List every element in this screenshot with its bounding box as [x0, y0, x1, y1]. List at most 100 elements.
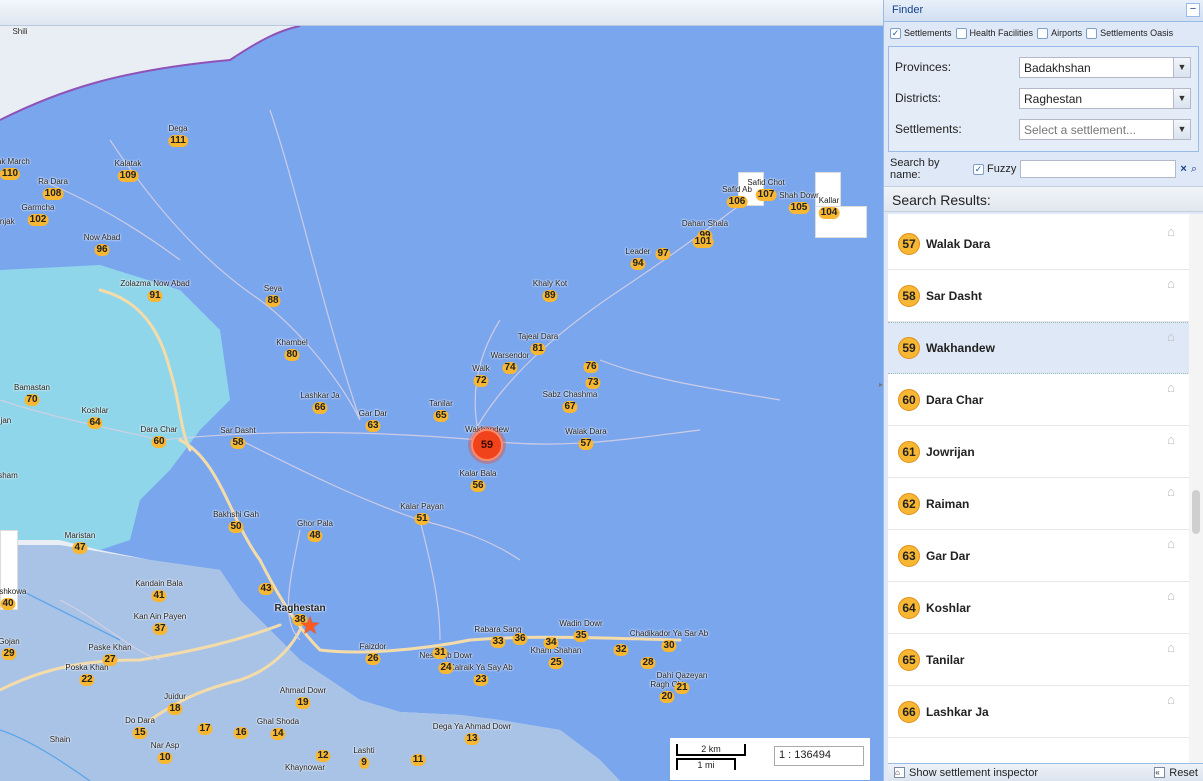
settlement-number-marker[interactable]: 12 — [315, 750, 331, 762]
settlement-number-marker[interactable]: 43 — [258, 583, 274, 595]
result-item[interactable]: 62 Raiman ⌂ — [888, 478, 1190, 530]
settlement-number-marker[interactable]: 28 — [640, 657, 656, 669]
clear-search-icon[interactable]: × — [1180, 163, 1186, 175]
provinces-select[interactable]: Badakhshan ▼ — [1019, 56, 1191, 78]
settlement-number-marker[interactable]: 76 — [583, 361, 599, 373]
settlement-number-marker[interactable]: 110 — [0, 168, 21, 180]
checkbox-icon[interactable] — [1037, 27, 1049, 39]
settlement-number-marker[interactable]: 109 — [117, 170, 139, 182]
search-icon[interactable]: ⌕ — [1191, 163, 1197, 176]
scale-ratio-field[interactable]: 1 : 136494 — [774, 746, 864, 766]
home-icon[interactable]: ⌂ — [1167, 641, 1180, 654]
chevron-down-icon[interactable]: ▼ — [1173, 57, 1190, 77]
settlement-number-marker[interactable]: 80 — [284, 349, 300, 361]
panel-splitter[interactable]: ▸ — [879, 380, 883, 410]
settlement-number-marker[interactable]: 57 — [578, 438, 594, 450]
settlement-number-marker[interactable]: 19 — [295, 697, 311, 709]
results-scrollbar[interactable] — [1189, 214, 1203, 763]
result-item[interactable]: 61 Jowrijan ⌂ — [888, 426, 1190, 478]
home-icon[interactable]: ⌂ — [1167, 433, 1180, 446]
home-icon[interactable]: ⌂ — [1167, 330, 1180, 343]
search-results-list[interactable]: 57 Walak Dara ⌂ 58 Sar Dasht ⌂ 59 Wakhandew ⌂ 60 D… — [888, 214, 1190, 763]
result-item[interactable]: 57 Walak Dara ⌂ — [888, 218, 1190, 270]
settlement-number-marker[interactable]: 111 — [168, 135, 188, 147]
settlement-number-marker[interactable]: 32 — [613, 644, 629, 656]
result-item[interactable]: 66 Lashkar Ja ⌂ — [888, 686, 1190, 738]
settlement-number-marker[interactable]: 108 — [42, 188, 64, 200]
settlement-number-marker[interactable]: 74 — [502, 362, 518, 374]
settlement-number-marker[interactable]: 96 — [94, 244, 110, 256]
settlement-number-marker[interactable]: 15 — [132, 727, 148, 739]
settlement-number-marker[interactable]: 73 — [585, 377, 601, 389]
show-inspector-button[interactable]: ⌂ Show settlement inspector — [894, 767, 1038, 779]
settlement-number-marker[interactable]: 26 — [365, 653, 381, 665]
result-item[interactable]: 65 Tanilar ⌂ — [888, 634, 1190, 686]
settlement-number-marker[interactable]: 81 — [530, 343, 546, 355]
settlement-number-marker[interactable]: 10 — [157, 752, 173, 764]
settlement-number-marker[interactable]: 58 — [230, 437, 246, 449]
selected-settlement-marker[interactable]: 59 — [471, 429, 503, 461]
settlement-number-marker[interactable]: 13 — [464, 733, 480, 745]
layer-checkbox[interactable]: Health Facilities — [955, 27, 1033, 39]
settlement-number-marker[interactable]: 97 — [655, 248, 671, 260]
settlement-number-marker[interactable]: 72 — [473, 375, 489, 387]
settlement-number-marker[interactable]: 66 — [312, 402, 328, 414]
settlement-number-marker[interactable]: 65 — [433, 410, 449, 422]
settlement-number-marker[interactable]: 29 — [1, 648, 17, 660]
settlement-number-marker[interactable]: 70 — [24, 394, 40, 406]
settlement-number-marker[interactable]: 105 — [788, 202, 810, 214]
settlement-number-marker[interactable]: 33 — [490, 636, 506, 648]
settlement-number-marker[interactable]: 91 — [147, 290, 163, 302]
settlement-number-marker[interactable]: 63 — [365, 420, 381, 432]
settlements-select[interactable]: Select a settlement... ▼ — [1019, 118, 1191, 140]
chevron-down-icon[interactable]: ▼ — [1173, 88, 1190, 108]
reset-button[interactable]: « Reset — [1154, 767, 1198, 779]
home-icon[interactable]: ⌂ — [1167, 381, 1180, 394]
settlement-number-marker[interactable]: 48 — [307, 530, 323, 542]
settlement-number-marker[interactable]: 22 — [79, 674, 95, 686]
settlement-number-marker[interactable]: 89 — [542, 290, 558, 302]
checkbox-icon[interactable] — [1086, 27, 1098, 39]
settlement-number-marker[interactable]: 50 — [228, 521, 244, 533]
home-icon[interactable]: ⌂ — [1167, 277, 1180, 290]
settlement-number-marker[interactable]: 88 — [265, 295, 281, 307]
fuzzy-checkbox[interactable]: ✓ Fuzzy — [973, 163, 1016, 175]
home-icon[interactable]: ⌂ — [1167, 589, 1180, 602]
settlement-number-marker[interactable]: 18 — [167, 703, 183, 715]
settlement-number-marker[interactable]: 67 — [562, 401, 578, 413]
settlement-number-marker[interactable]: 30 — [661, 640, 677, 652]
checkbox-icon[interactable]: ✓ — [973, 163, 985, 175]
settlement-number-marker[interactable]: 40 — [0, 598, 16, 610]
map-view[interactable]: Dega111Kalatak109Ra Dara108Garmcha102hta… — [0, 0, 883, 781]
settlement-number-marker[interactable]: 64 — [87, 417, 103, 429]
district-center-star-icon[interactable]: ★ — [299, 612, 321, 641]
settlement-number-marker[interactable]: 36 — [512, 633, 528, 645]
scrollbar-thumb[interactable] — [1192, 490, 1200, 534]
settlement-number-marker[interactable]: 23 — [473, 674, 489, 686]
settlement-number-marker[interactable]: 94 — [630, 258, 646, 270]
districts-select[interactable]: Raghestan ▼ — [1019, 87, 1191, 109]
settlement-number-marker[interactable]: 11 — [410, 754, 426, 766]
result-item[interactable]: 63 Gar Dar ⌂ — [888, 530, 1190, 582]
home-icon[interactable]: ⌂ — [1167, 485, 1180, 498]
settlement-number-marker[interactable]: 106 — [726, 196, 748, 208]
checkbox-icon[interactable] — [955, 27, 967, 39]
settlement-number-marker[interactable]: 60 — [151, 436, 167, 448]
settlement-number-marker[interactable]: 51 — [414, 513, 430, 525]
settlement-number-marker[interactable]: 47 — [72, 542, 88, 554]
result-item[interactable]: 59 Wakhandew ⌂ — [888, 322, 1190, 374]
checkbox-icon[interactable]: ✓ — [890, 27, 901, 39]
settlement-number-marker[interactable]: 17 — [197, 723, 213, 735]
collapse-button[interactable]: − — [1186, 3, 1200, 17]
settlement-number-marker[interactable]: 56 — [470, 480, 486, 492]
layer-checkbox[interactable]: Settlements Oasis — [1086, 27, 1173, 39]
settlement-number-marker[interactable]: 9 — [359, 757, 369, 769]
home-icon[interactable]: ⌂ — [1167, 225, 1180, 238]
settlement-number-marker[interactable]: 31 — [432, 647, 448, 659]
settlement-number-marker[interactable]: 102 — [27, 214, 49, 226]
settlement-number-marker[interactable]: 101 — [692, 236, 714, 248]
search-input[interactable] — [1020, 160, 1177, 178]
settlement-number-marker[interactable]: 16 — [233, 727, 249, 739]
settlement-number-marker[interactable]: 20 — [659, 691, 675, 703]
settlement-number-marker[interactable]: 24 — [438, 662, 454, 674]
